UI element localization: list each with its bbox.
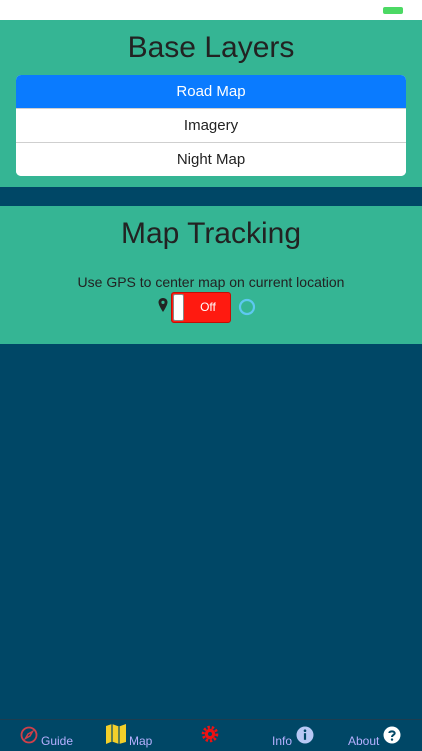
tab-guide-label: Guide bbox=[41, 734, 74, 748]
tab-guide[interactable]: Guide bbox=[20, 720, 80, 751]
base-layer-option-night-map[interactable]: Night Map bbox=[16, 142, 406, 176]
gps-ring-icon bbox=[238, 298, 256, 316]
compass-icon bbox=[20, 726, 38, 744]
toggle-knob[interactable] bbox=[173, 294, 184, 321]
base-layers-title: Base Layers bbox=[127, 31, 295, 64]
base-layer-option-road-map[interactable]: Road Map bbox=[16, 75, 406, 108]
tab-about[interactable]: About bbox=[347, 720, 405, 751]
tab-map-label: Map bbox=[129, 734, 153, 748]
location-pin-icon bbox=[158, 298, 168, 312]
gps-tracking-toggle[interactable]: Off bbox=[171, 292, 231, 323]
tab-bar: Guide Map Info About bbox=[0, 719, 422, 751]
base-layers-panel: Base Layers Road Map Imagery Night Map bbox=[0, 20, 422, 187]
toggle-state-label: Off bbox=[200, 300, 216, 314]
gps-caption: Use GPS to center map on current locatio… bbox=[77, 274, 345, 290]
map-tracking-panel: Map Tracking Use GPS to center map on cu… bbox=[0, 206, 422, 344]
tab-about-label: About bbox=[348, 734, 380, 748]
map-icon bbox=[106, 724, 126, 744]
gear-icon bbox=[201, 725, 219, 743]
battery-icon bbox=[383, 7, 403, 14]
tab-info[interactable]: Info bbox=[271, 720, 321, 751]
tab-settings[interactable] bbox=[201, 720, 221, 751]
help-icon bbox=[383, 726, 401, 744]
base-layer-option-imagery[interactable]: Imagery bbox=[16, 108, 406, 142]
info-icon bbox=[296, 726, 314, 744]
tab-info-label: Info bbox=[272, 734, 293, 748]
base-layer-selector: Road Map Imagery Night Map bbox=[16, 75, 406, 176]
status-bar bbox=[0, 0, 422, 20]
tab-map[interactable]: Map bbox=[105, 720, 165, 751]
map-tracking-title: Map Tracking bbox=[120, 217, 302, 250]
